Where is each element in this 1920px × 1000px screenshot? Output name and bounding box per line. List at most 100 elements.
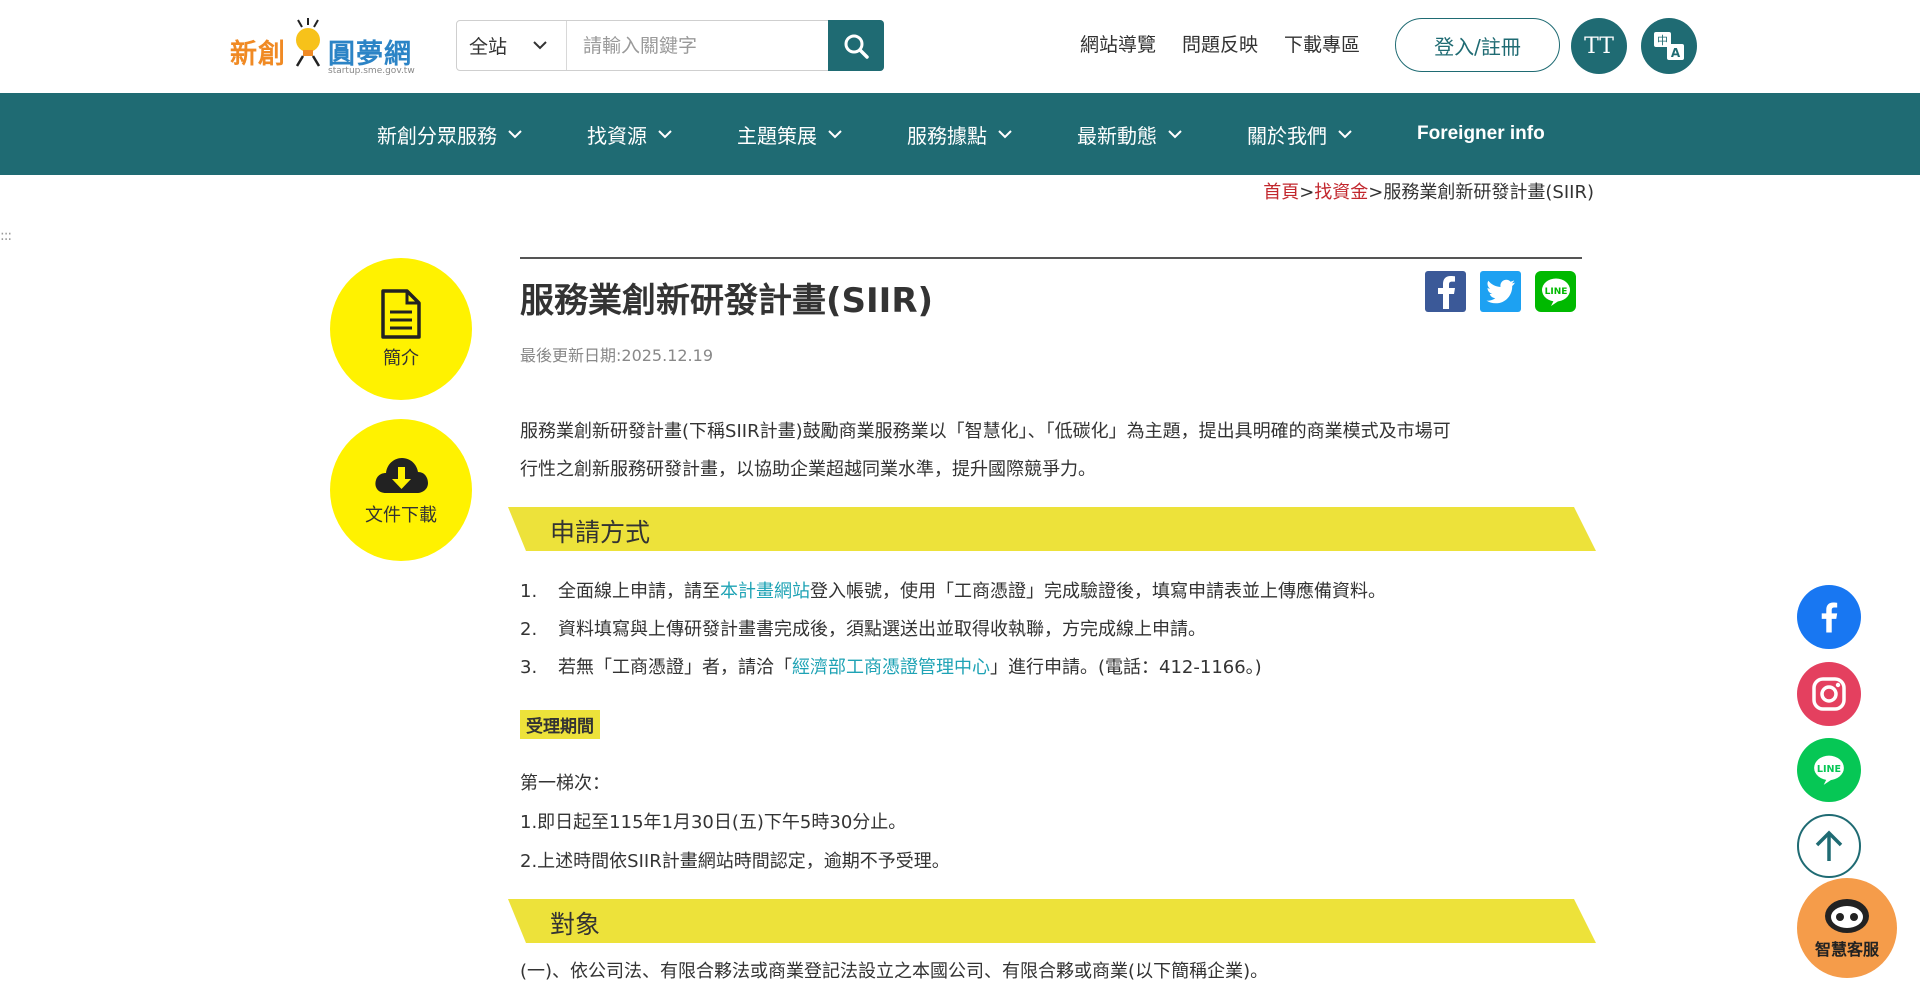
intro-paragraph: 服務業創新研發計畫(下稱SIIR計畫)鼓勵商業服務業以「智慧化」、「低碳化」為主… [520, 413, 1582, 489]
list-item: 3. 若無「工商憑證」者，請洽「經濟部工商憑證管理中心」進行申請。(電話：412… [520, 649, 1582, 687]
breadcrumb-sep: > [1368, 182, 1384, 203]
nav-label: 主題策展 [737, 123, 817, 148]
translate-icon: 中 A [1654, 32, 1684, 60]
robot-icon [1825, 899, 1869, 933]
chevron-down-icon [998, 130, 1012, 139]
breadcrumb-parent[interactable]: 找資金 [1314, 182, 1368, 203]
side-download-button[interactable]: 文件下載 [330, 419, 472, 561]
intro-line: 服務業創新研發計畫(下稱SIIR計畫)鼓勵商業服務業以「智慧化」、「低碳化」為主… [520, 421, 1451, 442]
certificate-center-link[interactable]: 經濟部工商憑證管理中心 [792, 657, 990, 678]
lightbulb-icon [295, 18, 321, 67]
link-downloads[interactable]: 下載專區 [1284, 30, 1360, 57]
breadcrumb: 首頁>找資金>服務業創新研發計畫(SIIR) [1263, 178, 1594, 204]
search-scope-select[interactable]: 全站 [457, 21, 567, 70]
page-title: 服務業創新研發計畫(SIIR) [520, 281, 934, 321]
last-updated: 最後更新日期:2025.12.19 [520, 346, 714, 365]
period-details: 第一梯次： 1.即日起至115年1月30日(五)下午5時30分止。 2.上述時間… [520, 764, 950, 881]
list-item: 1. 全面線上申請，請至本計畫網站登入帳號，使用「工商憑證」完成驗證後，填寫申請… [520, 573, 1582, 611]
line-icon: LINE [1814, 755, 1844, 785]
apply-steps-list: 1. 全面線上申請，請至本計畫網站登入帳號，使用「工商憑證」完成驗證後，填寫申請… [520, 573, 1582, 687]
link-sitemap[interactable]: 網站導覽 [1080, 30, 1156, 57]
nav-label: 找資源 [587, 123, 647, 148]
document-icon [381, 289, 421, 339]
link-feedback[interactable]: 問題反映 [1182, 30, 1258, 57]
section-heading-target: 對象 [508, 899, 1596, 943]
plan-website-link[interactable]: 本計畫網站 [720, 581, 810, 602]
nav-label: 最新動態 [1077, 123, 1157, 148]
search-button[interactable] [828, 20, 884, 71]
nav-label: 服務據點 [907, 123, 987, 148]
line-icon: LINE [1541, 278, 1570, 306]
title-divider [520, 257, 1582, 259]
breadcrumb-current: 服務業創新研發計畫(SIIR) [1383, 182, 1594, 203]
float-line-button[interactable]: LINE [1797, 738, 1861, 802]
logo-subtitle: startup.sme.gov.tw [328, 66, 415, 76]
step-text: 」進行申請。(電話：412-1166。) [990, 657, 1262, 678]
step-text: 登入帳號，使用「工商憑證」完成驗證後，填寫申請表並上傳應備資料。 [810, 581, 1386, 602]
breadcrumb-sep: > [1299, 182, 1315, 203]
share-facebook-button[interactable] [1425, 271, 1466, 312]
facebook-icon [1821, 602, 1838, 633]
utility-links: 網站導覽 問題反映 下載專區 [1080, 30, 1360, 57]
back-to-top-button[interactable] [1797, 814, 1861, 878]
bot-label: 智慧客服 [1814, 940, 1879, 959]
step-number: 2. [520, 619, 538, 640]
step-text: 全面線上申請，請至 [558, 581, 720, 602]
search-icon [844, 34, 869, 59]
font-size-button[interactable]: TT [1571, 18, 1627, 74]
nav-item-news[interactable]: 最新動態 [1077, 120, 1183, 149]
login-register-button[interactable]: 登入/註冊 [1395, 18, 1560, 72]
facebook-icon [1437, 275, 1455, 309]
nav-item-curation[interactable]: 主題策展 [737, 120, 843, 149]
svg-text:LINE: LINE [1544, 287, 1567, 297]
site-logo[interactable]: 新創 圓夢網 startup.sme.gov.tw [228, 8, 418, 84]
main-nav: 新創分眾服務 找資源 主題策展 服務據點 最新動態 關於我們 Foreigner… [0, 93, 1920, 175]
svg-text:A: A [1671, 46, 1681, 60]
side-intro-label: 簡介 [383, 348, 419, 369]
svg-text:中: 中 [1657, 34, 1668, 47]
float-facebook-button[interactable] [1797, 585, 1861, 649]
language-button[interactable]: 中 A [1641, 18, 1697, 74]
nav-item-startup-services[interactable]: 新創分眾服務 [377, 120, 523, 149]
instagram-icon [1812, 677, 1846, 711]
side-download-label: 文件下載 [365, 505, 437, 526]
breadcrumb-home[interactable]: 首頁 [1263, 182, 1299, 203]
cloud-download-icon [375, 458, 428, 493]
nav-item-service-locations[interactable]: 服務據點 [907, 120, 1013, 149]
period-line: 2.上述時間依SIIR計畫網站時間認定，逾期不予受理。 [520, 851, 950, 872]
svg-text:LINE: LINE [1817, 764, 1841, 775]
share-line-button[interactable]: LINE [1535, 271, 1576, 312]
nav-label: 關於我們 [1247, 123, 1327, 148]
period-line: 1.即日起至115年1月30日(五)下午5時30分止。 [520, 812, 907, 833]
search-bar: 全站 [456, 20, 884, 71]
step-number: 3. [520, 657, 538, 678]
logo-text-part1: 新創 [230, 39, 286, 70]
search-input[interactable] [569, 21, 827, 70]
period-label: 受理期間 [520, 710, 600, 739]
step-text: 資料填寫與上傳研發計畫書完成後，須點選送出並取得收執聯，方完成線上申請。 [558, 619, 1206, 640]
font-size-icon: TT [1584, 33, 1614, 59]
step-text: 若無「工商憑證」者，請洽「 [558, 657, 792, 678]
nav-item-foreigner-info[interactable]: Foreigner info [1417, 123, 1545, 145]
chevron-down-icon [828, 130, 842, 139]
section-heading-apply: 申請方式 [508, 507, 1596, 551]
nav-item-resources[interactable]: 找資源 [587, 120, 673, 149]
side-intro-button[interactable]: 簡介 [330, 258, 472, 400]
twitter-icon [1486, 279, 1515, 303]
chevron-down-icon [508, 130, 522, 139]
accesskey-anchor[interactable]: ::: [0, 228, 12, 244]
share-buttons: LINE [1425, 271, 1576, 312]
chevron-down-icon [533, 41, 547, 50]
list-item: 2. 資料填寫與上傳研發計畫書完成後，須點選送出並取得收執聯，方完成線上申請。 [520, 611, 1582, 649]
share-twitter-button[interactable] [1480, 271, 1521, 312]
chevron-down-icon [658, 130, 672, 139]
arrow-up-icon [1815, 830, 1843, 861]
smart-service-bot-button[interactable]: 智慧客服 [1797, 878, 1897, 978]
section-title: 申請方式 [550, 518, 651, 547]
float-instagram-button[interactable] [1797, 662, 1861, 726]
chevron-down-icon [1338, 130, 1352, 139]
nav-item-about[interactable]: 關於我們 [1247, 120, 1353, 149]
section-title: 對象 [550, 910, 601, 939]
nav-label: 新創分眾服務 [377, 123, 497, 148]
search-scope-value: 全站 [469, 36, 508, 58]
